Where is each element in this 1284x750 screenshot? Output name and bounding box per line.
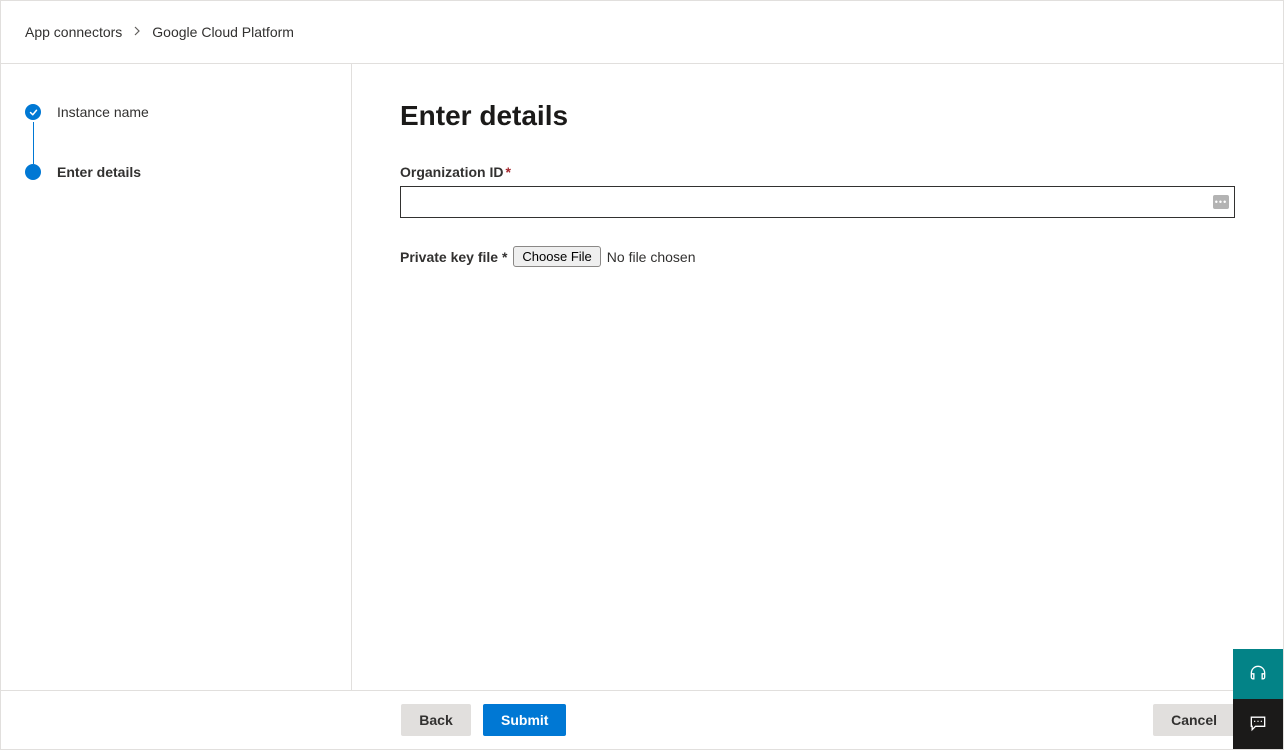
- side-widgets: [1233, 649, 1283, 749]
- headset-icon: [1248, 663, 1268, 686]
- organization-id-input-wrap: •••: [400, 186, 1235, 218]
- cancel-button[interactable]: Cancel: [1153, 704, 1235, 736]
- organization-id-input[interactable]: [400, 186, 1235, 218]
- feedback-widget-button[interactable]: [1233, 699, 1283, 749]
- choose-file-button[interactable]: Choose File: [513, 246, 600, 267]
- label-text: Private key file: [400, 249, 498, 265]
- wizard-step-instance-name[interactable]: Instance name: [25, 104, 327, 120]
- main-content: Enter details Organization ID* ••• Priva…: [352, 64, 1283, 690]
- wizard-steps: Instance name Enter details: [25, 104, 327, 180]
- chat-icon: [1248, 713, 1268, 736]
- chevron-right-icon: [132, 25, 142, 39]
- step-connector: [33, 122, 34, 164]
- app-window: App connectors Google Cloud Platform Ins…: [0, 0, 1284, 750]
- wizard-step-enter-details[interactable]: Enter details: [25, 164, 327, 180]
- page-title: Enter details: [400, 100, 1235, 132]
- required-indicator: *: [505, 164, 510, 180]
- help-widget-button[interactable]: [1233, 649, 1283, 699]
- label-text: Organization ID: [400, 164, 503, 180]
- breadcrumb-parent-link[interactable]: App connectors: [25, 24, 122, 40]
- organization-id-label: Organization ID*: [400, 164, 1235, 180]
- breadcrumb-current: Google Cloud Platform: [152, 24, 294, 40]
- submit-button[interactable]: Submit: [483, 704, 566, 736]
- current-step-icon: [25, 164, 41, 180]
- file-chosen-status: No file chosen: [607, 249, 696, 265]
- input-helper-icon[interactable]: •••: [1213, 195, 1229, 209]
- breadcrumb: App connectors Google Cloud Platform: [1, 1, 1283, 64]
- wizard-footer: Back Submit Cancel: [1, 690, 1283, 749]
- wizard-sidebar: Instance name Enter details: [1, 64, 352, 690]
- private-key-file-label: Private key file *: [400, 249, 507, 265]
- back-button[interactable]: Back: [401, 704, 471, 736]
- body: Instance name Enter details Enter detail…: [1, 64, 1283, 690]
- check-icon: [25, 104, 41, 120]
- required-indicator: *: [502, 249, 507, 265]
- field-organization-id: Organization ID* •••: [400, 164, 1235, 218]
- field-private-key-file: Private key file * Choose File No file c…: [400, 246, 1235, 267]
- wizard-step-label: Enter details: [57, 164, 141, 180]
- wizard-step-label: Instance name: [57, 104, 149, 120]
